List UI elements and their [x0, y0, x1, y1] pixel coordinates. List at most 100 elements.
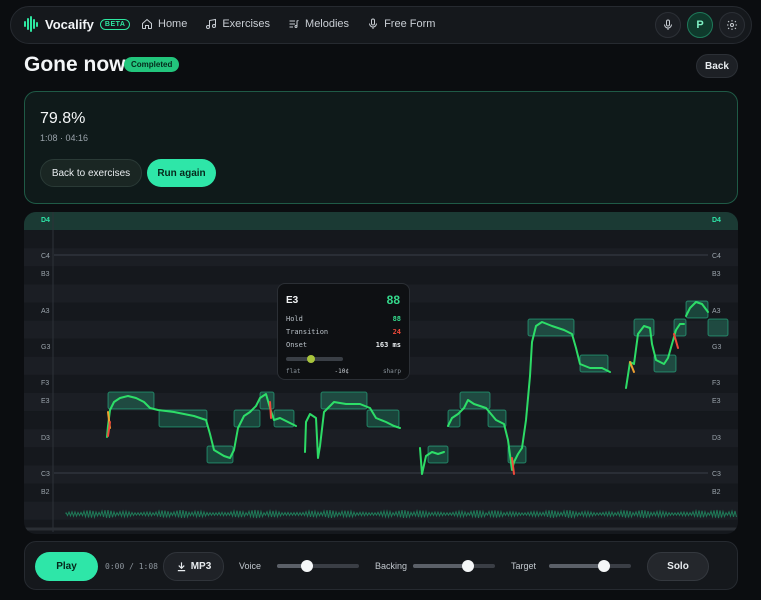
pitch-label-left: C4	[41, 253, 50, 260]
nav-exercises[interactable]: Exercises	[205, 18, 270, 30]
tooltip-transition-value: 24	[392, 328, 401, 336]
tooltip-offset-value: -10¢	[334, 368, 349, 375]
pitch-label-left: G3	[41, 344, 50, 351]
nav-free-form-label: Free Form	[384, 18, 436, 30]
nav-actions: P	[655, 12, 745, 38]
pitch-label-right: C4	[712, 253, 721, 260]
backing-slider-fill	[413, 564, 468, 568]
pitch-row	[24, 248, 738, 267]
pitch-label-left: D3	[41, 435, 50, 442]
pitch-label-right: B3	[712, 271, 721, 278]
pitch-label-left: C3	[41, 471, 50, 478]
back-to-exercises-button[interactable]: Back to exercises	[40, 159, 142, 187]
result-card: 79.8% 1:08 · 04:16 Back to exercises Run…	[24, 91, 738, 204]
page-title: Gone now	[24, 53, 126, 76]
pitch-label-right: A3	[712, 308, 721, 315]
voice-label: Voice	[239, 561, 262, 571]
target-slider[interactable]	[549, 560, 631, 572]
nav-home-label: Home	[158, 18, 188, 30]
tooltip-score: 88	[386, 293, 400, 307]
pitch-label-right: D3	[712, 435, 721, 442]
microphone-icon	[369, 18, 378, 29]
tooltip-pitch-offset-bar	[286, 355, 343, 363]
avatar[interactable]: P	[687, 12, 713, 38]
target-label: Target	[511, 561, 537, 571]
waveform-logo-icon	[23, 16, 39, 32]
pitch-label-left: D4	[41, 217, 50, 224]
off-pitch-accent	[269, 401, 272, 419]
run-again-button[interactable]: Run again	[147, 159, 216, 187]
music-note-icon	[206, 18, 217, 29]
nav-home[interactable]: Home	[141, 18, 187, 30]
target-slider-fill	[549, 564, 604, 568]
backing-slider[interactable]	[413, 560, 495, 572]
microphone-icon	[664, 19, 672, 30]
top-nav: Vocalify BETA Home Exercises Melodies Fr…	[10, 6, 752, 44]
score: 79.8%	[40, 110, 86, 127]
time-range: 1:08 · 04:16	[40, 133, 89, 143]
target-note	[233, 409, 261, 428]
beta-badge: BETA	[99, 18, 131, 30]
pitch-row	[24, 483, 738, 502]
target-note	[320, 391, 368, 410]
nav-exercises-label: Exercises	[222, 18, 271, 30]
brand[interactable]: Vocalify BETA	[23, 16, 131, 32]
pitch-label-right: E3	[712, 398, 721, 405]
pitch-label-left: A3	[41, 308, 50, 315]
target-slider-thumb[interactable]	[597, 560, 610, 572]
pitch-row	[24, 429, 738, 448]
status-badge: Completed	[124, 57, 180, 72]
tooltip-flat-label: flat	[286, 368, 301, 375]
nav-free-form[interactable]: Free Form	[367, 18, 435, 30]
back-button[interactable]: Back	[696, 54, 738, 78]
pitch-label-right: F3	[712, 380, 720, 387]
tooltip-scale: flat -10¢ sharp	[286, 368, 401, 375]
tooltip-hold-value: 88	[392, 315, 401, 323]
settings-button[interactable]	[719, 12, 745, 38]
mic-button[interactable]	[655, 12, 681, 38]
player-bar: Play 0:00 / 1:08 MP3 Voice Backing Targe…	[24, 541, 738, 590]
voice-slider[interactable]	[277, 560, 359, 572]
pitch-label-right: D4	[712, 217, 721, 224]
tooltip-onset-row: Onset 163 ms	[286, 341, 401, 349]
target-note	[707, 318, 729, 337]
music-list-icon	[289, 20, 299, 28]
tooltip-pitch-offset-knob	[307, 355, 316, 363]
tooltip-onset-label: Onset	[286, 341, 308, 349]
pitch-label-right: G3	[712, 344, 721, 351]
tooltip-transition-row: Transition 24	[286, 328, 401, 336]
tooltip-hold-row: Hold 88	[286, 315, 401, 323]
note-tooltip: E3 88 Hold 88 Transition 24 Onset 163 ms…	[277, 283, 410, 380]
tooltip-note: E3	[286, 295, 299, 306]
tooltip-sharp-label: sharp	[382, 368, 401, 375]
tooltip-transition-label: Transition	[286, 328, 329, 336]
pitch-row	[24, 447, 738, 466]
pitch-label-right: B2	[712, 489, 721, 496]
nav-links: Home Exercises Melodies Free Form	[141, 18, 435, 30]
playback-time: 0:00 / 1:08	[105, 562, 158, 571]
pitch-label-left: B2	[41, 489, 50, 496]
backing-slider-thumb[interactable]	[461, 560, 474, 572]
backing-label: Backing	[375, 561, 408, 571]
play-button[interactable]: Play	[35, 552, 98, 581]
nav-melodies[interactable]: Melodies	[288, 18, 349, 30]
pitch-label-left: E3	[41, 398, 50, 405]
voice-slider-thumb[interactable]	[300, 560, 313, 572]
pitch-label-left: B3	[41, 271, 50, 278]
tooltip-onset-value: 163 ms	[375, 341, 401, 349]
pitch-row	[24, 465, 738, 484]
pitch-row	[24, 212, 738, 231]
home-icon	[142, 18, 152, 29]
mp3-label: MP3	[190, 561, 212, 572]
mp3-download-button[interactable]: MP3	[163, 552, 224, 581]
gear-icon	[727, 20, 737, 30]
download-icon	[177, 562, 185, 572]
pitch-label-left: F3	[41, 380, 49, 387]
pitch-label-right: C3	[712, 471, 721, 478]
pitch-row	[24, 266, 738, 285]
tooltip-hold-label: Hold	[286, 315, 303, 323]
brand-name: Vocalify	[45, 16, 94, 32]
pitch-row	[24, 230, 738, 249]
solo-button[interactable]: Solo	[647, 552, 709, 581]
nav-melodies-label: Melodies	[305, 18, 350, 30]
